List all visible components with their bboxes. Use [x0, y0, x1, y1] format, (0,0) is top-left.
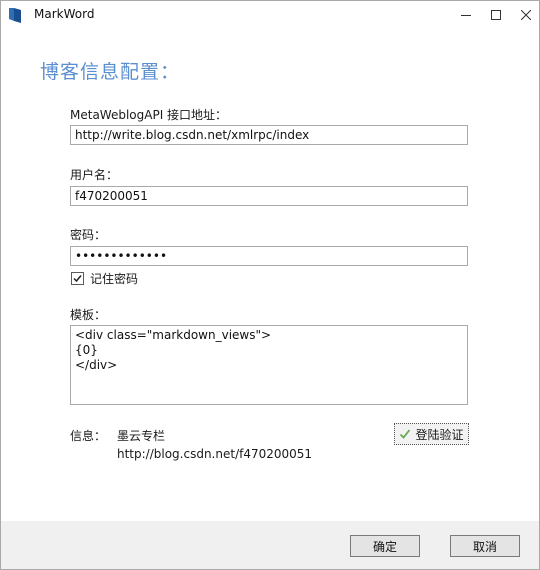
login-verify-button[interactable]: 登陆验证	[394, 423, 469, 445]
remember-password-row[interactable]: 记住密码	[71, 270, 138, 287]
template-label: 模板：	[70, 308, 107, 322]
minimize-button[interactable]	[449, 1, 483, 31]
template-textarea[interactable]: <div class="markdown_views"> {0} </div>	[70, 325, 468, 405]
password-label: 密码：	[70, 228, 107, 242]
page-title: 博客信息配置：	[40, 61, 181, 83]
dialog-window: MarkWord 博客信息配置： MetaWeblogAPI 接口地址： 用户名…	[0, 0, 540, 570]
api-url-label: MetaWeblogAPI 接口地址：	[70, 108, 228, 122]
remember-password-checkbox[interactable]	[71, 272, 84, 285]
maximize-button[interactable]	[479, 1, 513, 31]
username-input[interactable]	[70, 186, 468, 206]
ok-button[interactable]: 确定	[350, 535, 420, 557]
app-logo-icon	[8, 7, 22, 24]
template-line: </div>	[75, 358, 118, 372]
password-input[interactable]	[70, 246, 468, 266]
username-label: 用户名：	[70, 168, 119, 182]
template-line: {0}	[75, 343, 98, 357]
check-icon	[400, 429, 411, 439]
blog-url: http://blog.csdn.net/f470200051	[117, 447, 313, 461]
remember-password-label: 记住密码	[90, 272, 139, 286]
info-label: 信息：	[70, 429, 107, 443]
login-verify-label: 登陆验证	[415, 427, 464, 442]
template-line: <div class="markdown_views">	[75, 328, 272, 342]
close-button[interactable]	[509, 1, 540, 31]
maximize-icon	[491, 9, 501, 23]
title-bar[interactable]: MarkWord	[1, 1, 539, 31]
cancel-button[interactable]: 取消	[450, 535, 520, 557]
checkmark-icon	[73, 275, 82, 283]
close-icon	[520, 9, 532, 23]
window-title: MarkWord	[34, 7, 95, 21]
blog-name: 墨云专栏	[117, 429, 166, 443]
api-url-input[interactable]	[70, 125, 468, 145]
minimize-icon	[461, 9, 471, 23]
